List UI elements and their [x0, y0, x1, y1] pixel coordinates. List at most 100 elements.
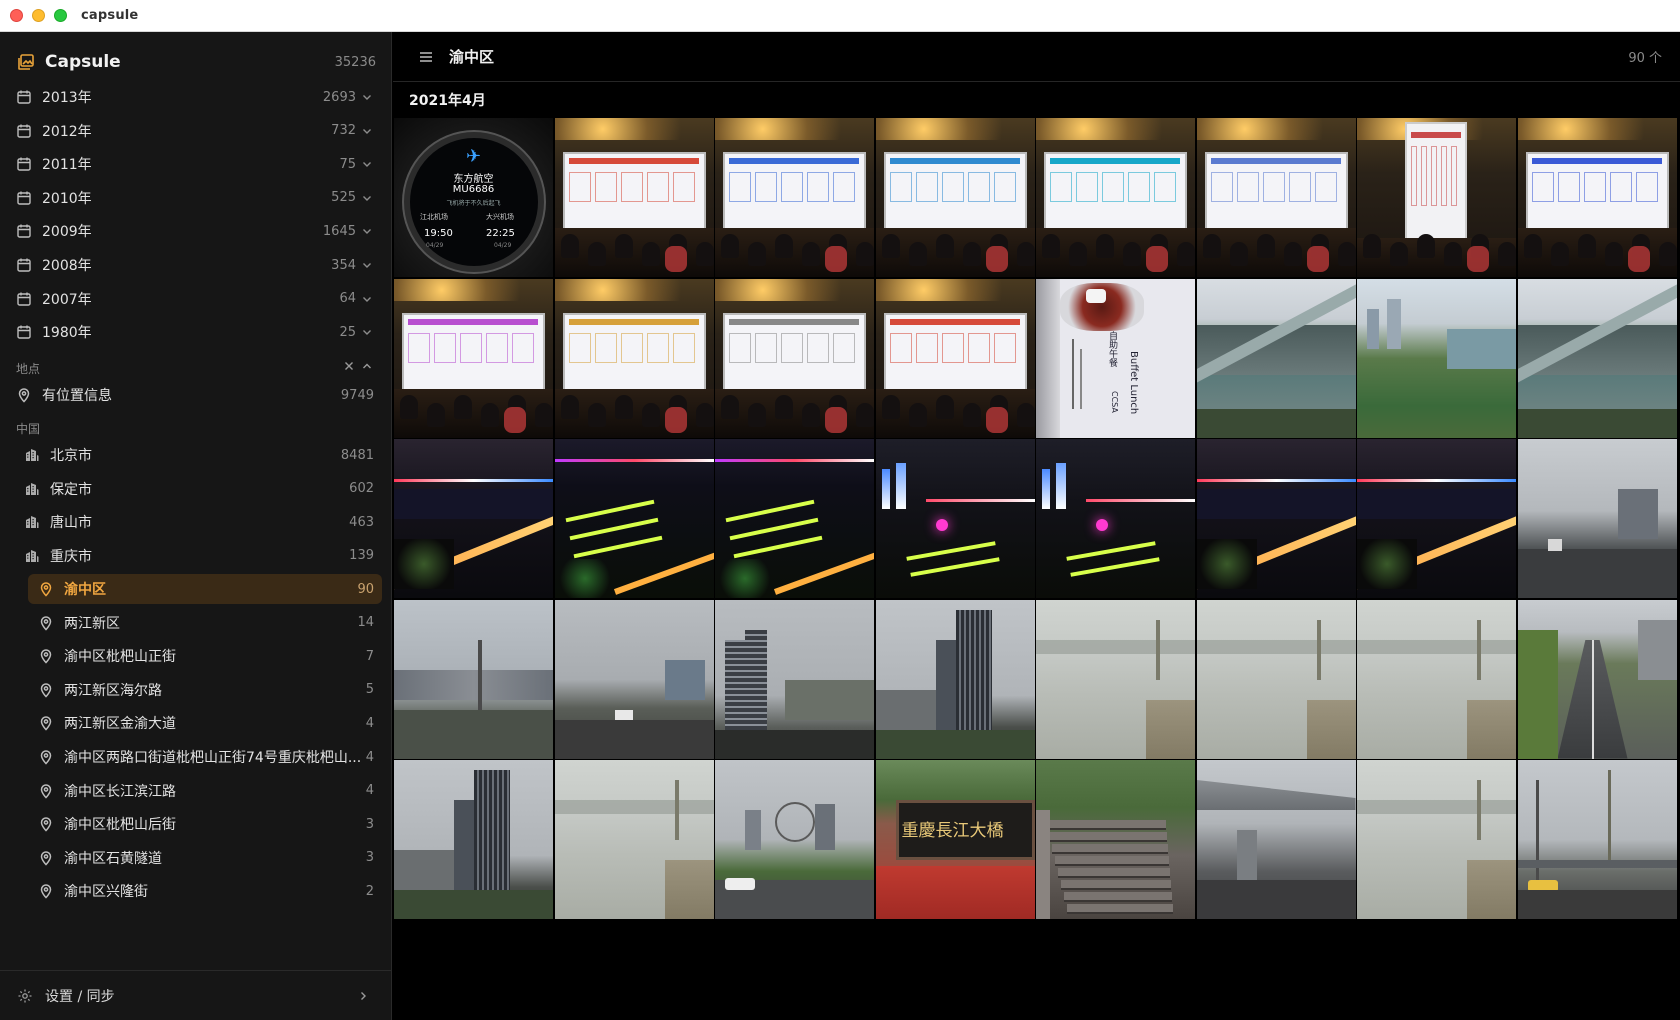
chevron-up-icon[interactable] — [362, 361, 372, 371]
sidebar-item-district-8[interactable]: 渝中区枇杷山后街 3 — [28, 809, 382, 839]
sidebar-item-district-4[interactable]: 两江新区海尔路 5 — [28, 675, 382, 705]
sidebar-item-label: 重庆市 — [50, 548, 92, 565]
calendar-icon — [17, 292, 31, 306]
clear-icon[interactable] — [344, 361, 354, 371]
minimize-window-button[interactable] — [32, 9, 45, 22]
photo-thumbnail[interactable] — [1357, 278, 1516, 438]
sidebar-item-district-9[interactable]: 渝中区石黄隧道 3 — [28, 843, 382, 873]
photo-thumbnail[interactable]: 重慶長江大橋 — [875, 760, 1035, 919]
chevron-down-icon[interactable] — [362, 327, 372, 337]
chevron-down-icon[interactable] — [362, 260, 372, 270]
photo-thumbnail[interactable] — [1196, 599, 1356, 759]
brand[interactable]: Capsule 35236 — [16, 46, 376, 78]
map-pin-icon — [40, 750, 52, 765]
sidebar-item-year-2012[interactable]: 2012年 732 — [16, 116, 376, 146]
photo-thumbnail[interactable] — [1517, 599, 1677, 759]
city-building-icon — [26, 449, 39, 461]
chevron-down-icon[interactable] — [362, 226, 372, 236]
chevron-down-icon[interactable] — [362, 193, 372, 203]
month-header: 2021年4月 — [409, 93, 486, 109]
sidebar-item-label: 有位置信息 — [42, 388, 112, 404]
photo-thumbnail[interactable] — [875, 439, 1035, 598]
photo-thumbnail[interactable] — [1196, 760, 1356, 919]
sidebar-item-city-1[interactable]: 北京市 8481 — [24, 440, 376, 470]
sidebar-item-count: 4 — [365, 715, 374, 731]
photo-thumbnail[interactable] — [1036, 760, 1195, 919]
photo-thumbnail[interactable] — [1357, 760, 1516, 919]
photo-thumbnail[interactable] — [715, 278, 874, 438]
photo-thumbnail[interactable] — [1357, 439, 1516, 598]
photo-thumbnail[interactable] — [554, 760, 714, 919]
photo-thumbnail[interactable] — [875, 599, 1035, 759]
chevron-down-icon[interactable] — [362, 159, 372, 169]
photo-thumbnail[interactable] — [1357, 599, 1516, 759]
sidebar-item-district-1[interactable]: 渝中区 90 — [28, 574, 382, 604]
photo-thumbnail[interactable] — [1036, 439, 1195, 598]
calendar-icon — [17, 157, 31, 171]
settings-sync-button[interactable]: 设置 / 同步 — [0, 970, 392, 1020]
sidebar-item-district-5[interactable]: 两江新区金渝大道 4 — [28, 708, 382, 738]
photo-thumbnail[interactable] — [1036, 118, 1195, 277]
photo-thumbnail[interactable] — [554, 278, 714, 438]
photo-thumbnail[interactable] — [715, 439, 874, 598]
sidebar-item-year-2008[interactable]: 2008年 354 — [16, 250, 376, 280]
sidebar-item-city-3[interactable]: 唐山市 463 — [24, 507, 376, 537]
receipt-logo: CCSA — [1110, 390, 1119, 413]
photo-thumbnail[interactable] — [1517, 118, 1677, 277]
sidebar-item-count: 4 — [365, 783, 374, 799]
photo-thumbnail[interactable] — [875, 278, 1035, 438]
photo-thumbnail[interactable] — [394, 278, 553, 438]
photo-thumbnail[interactable]: ✈ 东方航空 MU6686 飞机将于不久后起飞 江北机场 大兴机场 19:50 22:25 04… — [394, 118, 553, 277]
sidebar-item-district-6[interactable]: 渝中区两路口街道枇杷山正街74号重庆枇杷山... 4 — [28, 742, 382, 772]
photo-thumbnail[interactable] — [1517, 439, 1677, 598]
photo-thumbnail[interactable] — [554, 439, 714, 598]
chevron-down-icon[interactable] — [362, 126, 372, 136]
zoom-window-button[interactable] — [54, 9, 67, 22]
photo-thumbnail[interactable] — [554, 118, 714, 277]
sidebar-item-district-10[interactable]: 渝中区兴隆街 2 — [28, 876, 382, 906]
chevron-down-icon[interactable] — [362, 294, 372, 304]
sidebar-item-city-2[interactable]: 保定市 602 — [24, 474, 376, 504]
map-pin-icon — [40, 582, 52, 597]
sidebar-item-year-1980[interactable]: 1980年 25 — [16, 317, 376, 347]
photo-thumbnail[interactable] — [394, 599, 553, 759]
photo-thumbnail[interactable]: Buffet Lunch 自助午餐 CCSA — [1036, 278, 1195, 438]
photo-thumbnail[interactable] — [715, 118, 874, 277]
photo-thumbnail[interactable] — [1196, 278, 1356, 438]
sidebar-item-district-7[interactable]: 渝中区长江滨江路 4 — [28, 776, 382, 806]
sidebar-item-year-2011[interactable]: 2011年 75 — [16, 149, 376, 179]
sidebar-item-with-location[interactable]: 有位置信息 9749 — [16, 380, 376, 410]
sidebar-item-label: 渝中区 — [64, 582, 106, 598]
photo-thumbnail[interactable] — [1196, 439, 1356, 598]
photo-thumbnail[interactable] — [1517, 278, 1677, 438]
watch-airline: 东方航空 — [453, 174, 494, 185]
calendar-icon — [17, 124, 31, 138]
photo-thumbnail[interactable] — [715, 760, 874, 919]
photo-thumbnail[interactable] — [875, 118, 1035, 277]
main-header: 渝中区 90 个 — [393, 32, 1680, 82]
photo-thumbnail[interactable] — [554, 599, 714, 759]
sidebar-item-count: 2693 — [322, 89, 356, 105]
sidebar-item-year-2007[interactable]: 2007年 64 — [16, 284, 376, 314]
sidebar-item-district-3[interactable]: 渝中区枇杷山正街 7 — [28, 641, 382, 671]
photo-count: 90 个 — [1628, 51, 1662, 66]
window-title: capsule — [81, 8, 139, 23]
chevron-down-icon[interactable] — [362, 92, 372, 102]
photo-thumbnail[interactable] — [1196, 118, 1356, 277]
close-window-button[interactable] — [10, 9, 23, 22]
photo-thumbnail[interactable] — [1357, 118, 1516, 277]
sidebar-item-year-2013[interactable]: 2013年 2693 — [16, 82, 376, 112]
photo-thumbnail[interactable] — [394, 439, 553, 598]
sidebar-item-year-2010[interactable]: 2010年 525 — [16, 183, 376, 213]
sidebar-item-district-2[interactable]: 两江新区 14 — [28, 608, 382, 638]
photo-thumbnail[interactable] — [1036, 599, 1195, 759]
photo-thumbnail[interactable] — [1517, 760, 1677, 919]
sidebar-item-label: 1980年 — [42, 325, 92, 342]
photo-thumbnail[interactable] — [394, 760, 553, 919]
menu-icon[interactable] — [418, 49, 434, 65]
photo-thumbnail[interactable] — [715, 599, 874, 759]
sidebar-item-year-2009[interactable]: 2009年 1645 — [16, 216, 376, 246]
sidebar-item-count: 25 — [339, 324, 356, 340]
sidebar-item-city-4[interactable]: 重庆市 139 — [24, 541, 376, 571]
calendar-icon — [17, 90, 31, 104]
